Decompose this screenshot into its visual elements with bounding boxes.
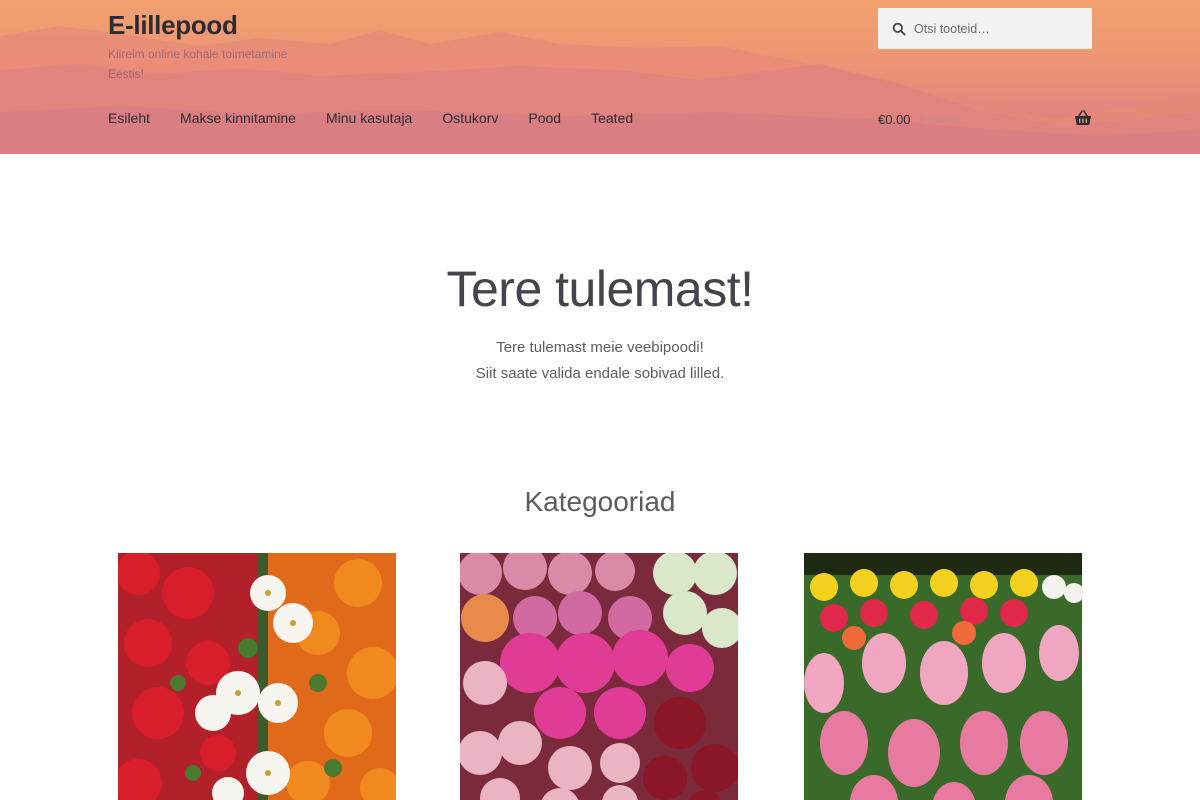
- cart-amount[interactable]: €0.00: [878, 112, 911, 127]
- welcome-hero: Tere tulemast! Tere tulemast meie veebip…: [0, 154, 1200, 454]
- search-icon: [892, 22, 906, 36]
- category-card-tulips[interactable]: [804, 553, 1082, 800]
- category-card-roses[interactable]: [460, 553, 738, 800]
- category-card-lilies[interactable]: [118, 553, 396, 800]
- nav-item-ostukorv[interactable]: Ostukorv: [442, 108, 498, 128]
- search-input[interactable]: [914, 21, 1084, 36]
- nav-item-makse-kinnitamine[interactable]: Makse kinnitamine: [180, 108, 296, 128]
- cart-item-count[interactable]: 0 artiklit: [920, 112, 961, 126]
- basket-icon[interactable]: [1074, 109, 1092, 127]
- hero-text-line-2: Siit saate valida endale sobivad lilled.: [475, 365, 725, 382]
- lilies-photo[interactable]: [118, 553, 396, 800]
- categories-heading: Kategooriad: [524, 486, 676, 517]
- site-title[interactable]: E-lillepood: [108, 8, 328, 42]
- site-header: E-lillepood Kiireim online kohale toimet…: [0, 0, 1200, 154]
- tulips-photo[interactable]: [804, 553, 1082, 800]
- product-search: [878, 8, 1092, 49]
- nav-item-teated[interactable]: Teated: [591, 108, 633, 128]
- nav-item-pood[interactable]: Pood: [528, 108, 561, 128]
- site-branding: E-lillepood Kiireim online kohale toimet…: [108, 8, 328, 84]
- hero-title: Tere tulemast!: [446, 261, 754, 317]
- nav-item-esileht[interactable]: Esileht: [108, 108, 150, 128]
- nav-item-minu-kasutaja[interactable]: Minu kasutaja: [326, 108, 412, 128]
- primary-navigation: Esileht Makse kinnitamine Minu kasutaja …: [108, 108, 663, 128]
- header-cart[interactable]: €0.00 0 artiklit: [878, 108, 1092, 130]
- hero-text-line-1: Tere tulemast meie veebipoodi!: [496, 339, 704, 356]
- roses-photo[interactable]: [460, 553, 738, 800]
- site-tagline: Kiireim online kohale toimetamine Eestis…: [108, 47, 288, 81]
